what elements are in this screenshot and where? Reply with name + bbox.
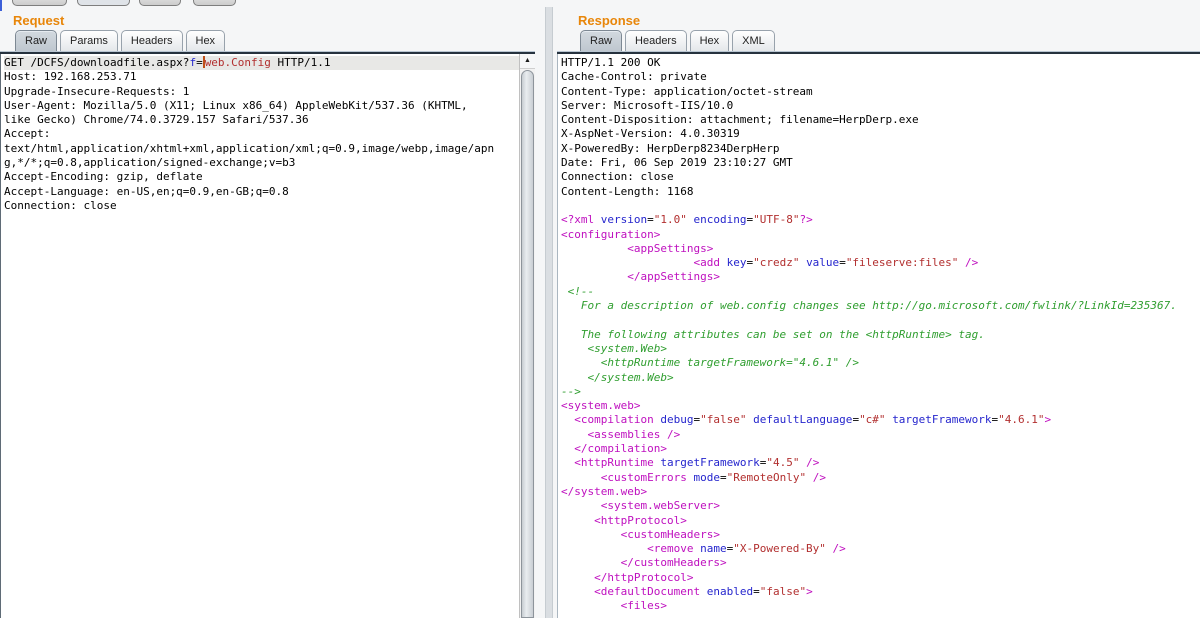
scrollbar-thumb[interactable]: [521, 70, 534, 618]
code-line: Upgrade-Insecure-Requests: 1: [4, 85, 518, 99]
request-scrollbar[interactable]: ▲: [519, 54, 535, 618]
code-line: <customHeaders>: [561, 528, 1200, 542]
response-tab-raw[interactable]: Raw: [580, 30, 622, 51]
request-tab-params[interactable]: Params: [60, 30, 118, 51]
window-edge-accent: [0, 0, 2, 11]
code-line: like Gecko) Chrome/74.0.3729.157 Safari/…: [4, 113, 518, 127]
toolbar-button-3[interactable]: [139, 0, 181, 6]
request-raw-text[interactable]: GET /DCFS/downloadfile.aspx?f=web.Config…: [1, 54, 518, 213]
burp-intercept-view: Request RawParamsHeadersHex GET /DCFS/do…: [0, 0, 1200, 618]
code-line: g,*/*;q=0.8,application/signed-exchange;…: [4, 156, 518, 170]
code-line: HTTP/1.1 200 OK: [561, 56, 1200, 70]
code-line: GET /DCFS/downloadfile.aspx?f=web.Config…: [4, 56, 535, 70]
code-line: <add key="credz" value="fileserve:files"…: [561, 256, 1200, 270]
panel-splitter: [535, 7, 557, 618]
code-line: [561, 313, 1200, 327]
code-line: </system.Web>: [561, 371, 1200, 385]
toolbar-button-4[interactable]: [193, 0, 236, 6]
code-line: [561, 199, 1200, 213]
toolbar: [0, 0, 1200, 7]
scroll-up-icon[interactable]: ▲: [520, 54, 535, 69]
code-line: Content-Type: application/octet-stream: [561, 85, 1200, 99]
code-line: <appSettings>: [561, 242, 1200, 256]
code-line: </compilation>: [561, 442, 1200, 456]
code-line: <system.webServer>: [561, 499, 1200, 513]
request-editor[interactable]: GET /DCFS/downloadfile.aspx?f=web.Config…: [0, 54, 535, 618]
code-line: <httpRuntime targetFramework="4.6.1" />: [561, 356, 1200, 370]
code-line: For a description of web.config changes …: [561, 299, 1200, 313]
code-line: Server: Microsoft-IIS/10.0: [561, 99, 1200, 113]
code-line: <compilation debug="false" defaultLangua…: [561, 413, 1200, 427]
code-line: </system.web>: [561, 485, 1200, 499]
code-line: <!--: [561, 285, 1200, 299]
code-line: <configuration>: [561, 228, 1200, 242]
code-line: Cache-Control: private: [561, 70, 1200, 84]
code-line: Connection: close: [561, 170, 1200, 184]
code-line: <?xml version="1.0" encoding="UTF-8"?>: [561, 213, 1200, 227]
response-editor[interactable]: HTTP/1.1 200 OKCache-Control: privateCon…: [557, 54, 1200, 618]
request-tab-hex[interactable]: Hex: [186, 30, 226, 51]
code-line: <system.Web>: [561, 342, 1200, 356]
request-tab-headers[interactable]: Headers: [121, 30, 183, 51]
code-line: <httpRuntime targetFramework="4.5" />: [561, 456, 1200, 470]
request-response-split: Request RawParamsHeadersHex GET /DCFS/do…: [0, 7, 1200, 618]
code-line: Accept-Language: en-US,en;q=0.9,en-GB;q=…: [4, 185, 518, 199]
code-line: <files>: [561, 599, 1200, 613]
code-line: Accept:: [4, 127, 518, 141]
code-line: <customErrors mode="RemoteOnly" />: [561, 471, 1200, 485]
code-line: Content-Length: 1168: [561, 185, 1200, 199]
code-line: <httpProtocol>: [561, 514, 1200, 528]
code-line: Date: Fri, 06 Sep 2019 23:10:27 GMT: [561, 156, 1200, 170]
code-line: Host: 192.168.253.71: [4, 70, 518, 84]
splitter-bar[interactable]: [545, 7, 553, 618]
code-line: Content-Disposition: attachment; filenam…: [561, 113, 1200, 127]
code-line: <remove name="X-Powered-By" />: [561, 542, 1200, 556]
request-tabbar: RawParamsHeadersHex: [0, 29, 535, 51]
code-line: </httpProtocol>: [561, 571, 1200, 585]
code-line: The following attributes can be set on t…: [561, 328, 1200, 342]
code-line: </appSettings>: [561, 270, 1200, 284]
response-tab-headers[interactable]: Headers: [625, 30, 687, 51]
code-line: <defaultDocument enabled="false">: [561, 585, 1200, 599]
code-line: X-AspNet-Version: 4.0.30319: [561, 127, 1200, 141]
request-tab-raw[interactable]: Raw: [15, 30, 57, 51]
code-line: <system.web>: [561, 399, 1200, 413]
code-line: Connection: close: [4, 199, 518, 213]
code-line: <assemblies />: [561, 428, 1200, 442]
response-tab-xml[interactable]: XML: [732, 30, 775, 51]
response-panel: Response RawHeadersHexXML HTTP/1.1 200 O…: [557, 7, 1200, 618]
code-line: -->: [561, 385, 1200, 399]
code-line: X-PoweredBy: HerpDerp8234DerpHerp: [561, 142, 1200, 156]
code-line: </customHeaders>: [561, 556, 1200, 570]
request-panel: Request RawParamsHeadersHex GET /DCFS/do…: [0, 7, 535, 618]
response-panel-title: Response: [557, 7, 1200, 29]
response-tabbar: RawHeadersHexXML: [557, 29, 1200, 51]
code-line: User-Agent: Mozilla/5.0 (X11; Linux x86_…: [4, 99, 518, 113]
toolbar-button-1[interactable]: [12, 0, 67, 6]
request-panel-title: Request: [0, 7, 535, 29]
response-tab-hex[interactable]: Hex: [690, 30, 730, 51]
code-line: text/html,application/xhtml+xml,applicat…: [4, 142, 518, 156]
toolbar-button-2[interactable]: [77, 0, 130, 6]
response-raw-text[interactable]: HTTP/1.1 200 OKCache-Control: privateCon…: [558, 54, 1200, 614]
code-line: Accept-Encoding: gzip, deflate: [4, 170, 518, 184]
